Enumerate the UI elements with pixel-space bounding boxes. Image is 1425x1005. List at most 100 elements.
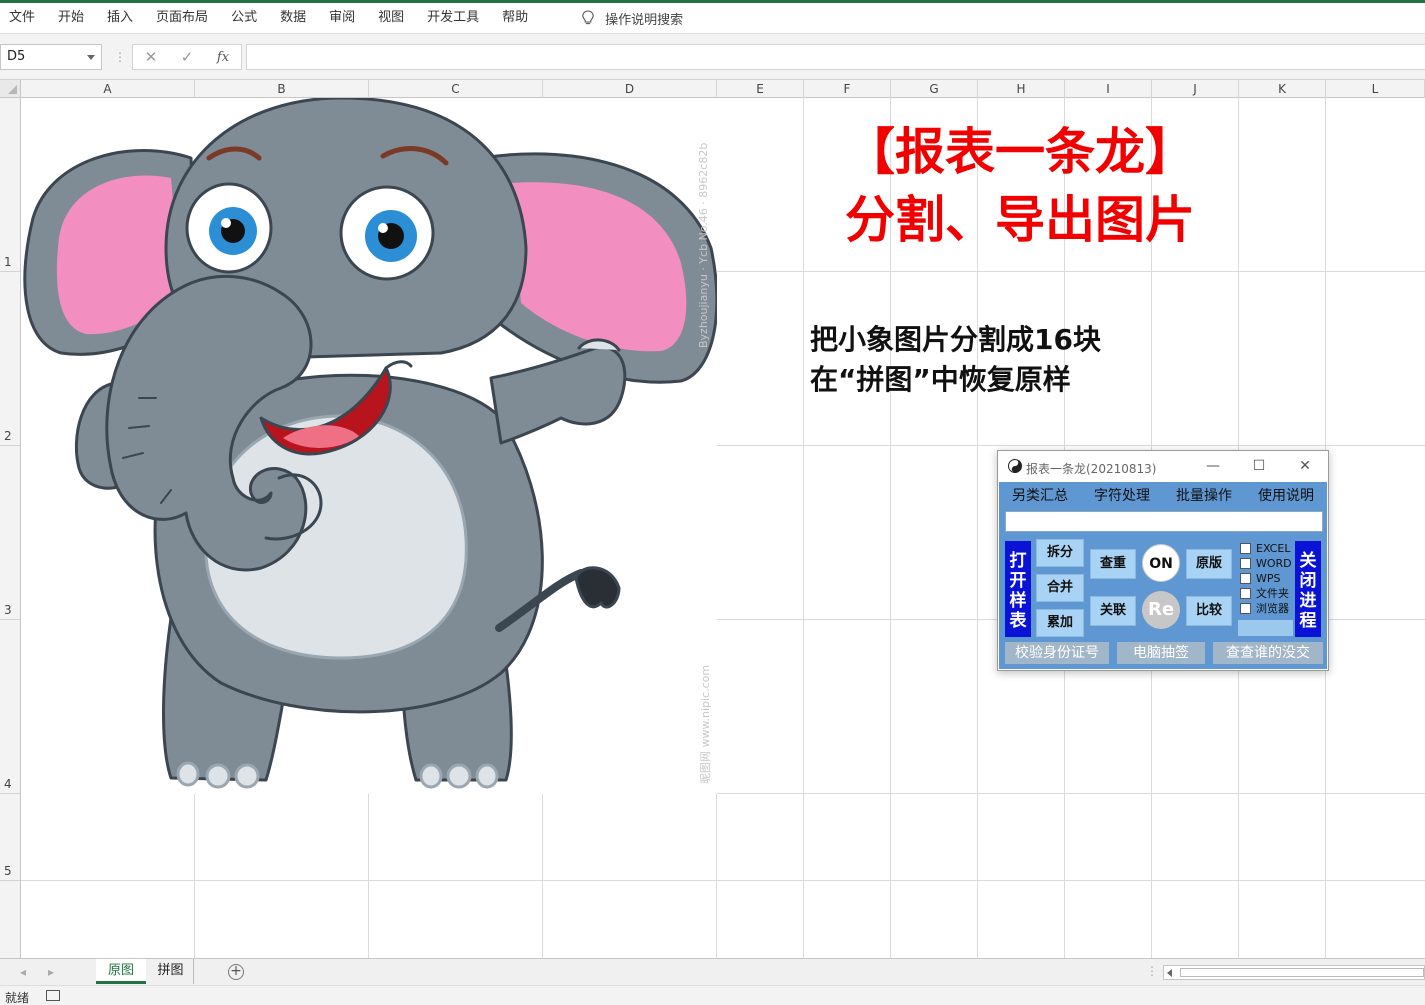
- chevron-down-icon[interactable]: [87, 55, 95, 60]
- row-header[interactable]: 3: [0, 446, 20, 620]
- checkbox-wps[interactable]: WPS: [1240, 571, 1292, 586]
- column-header[interactable]: D: [543, 80, 717, 98]
- column-header[interactable]: J: [1152, 80, 1239, 98]
- name-box[interactable]: D5: [0, 44, 102, 70]
- macro-record-icon[interactable]: [46, 990, 60, 1001]
- column-header[interactable]: K: [1239, 80, 1326, 98]
- close-process-button[interactable]: 关闭进程: [1295, 541, 1321, 637]
- menu-data[interactable]: 数据: [270, 3, 319, 33]
- minimize-icon[interactable]: —: [1201, 457, 1225, 475]
- title-line: 分割、导出图片: [845, 191, 1195, 249]
- menu-instructions[interactable]: 使用说明: [1245, 482, 1327, 510]
- description-line: 把小象图片分割成16块: [810, 323, 1101, 356]
- column-header[interactable]: B: [195, 80, 369, 98]
- menu-help[interactable]: 帮助: [492, 3, 541, 33]
- row-header[interactable]: 4: [0, 620, 20, 794]
- sheet-description: 把小象图片分割成16块 在“拼图”中恢复原样: [810, 320, 1101, 400]
- column-header[interactable]: G: [891, 80, 978, 98]
- tell-me-search[interactable]: 操作说明搜索: [581, 9, 683, 28]
- checkbox-box[interactable]: [1240, 603, 1251, 614]
- link-button[interactable]: 关联: [1090, 596, 1136, 626]
- checkbox-word[interactable]: WORD: [1240, 556, 1292, 571]
- close-icon[interactable]: ✕: [1293, 457, 1317, 475]
- column-header[interactable]: A: [21, 80, 195, 98]
- blank-slot-button[interactable]: [1238, 620, 1293, 636]
- dedupe-button[interactable]: 查重: [1090, 549, 1136, 579]
- scroll-left-icon[interactable]: [1167, 969, 1172, 977]
- split-button[interactable]: 拆分: [1036, 539, 1084, 567]
- formula-input[interactable]: [246, 44, 1425, 70]
- sheet-tab-puzzle[interactable]: 拼图: [148, 959, 194, 984]
- merge-button[interactable]: 合并: [1036, 574, 1084, 602]
- menu-review[interactable]: 审阅: [319, 3, 368, 33]
- tab-split-handle-icon[interactable]: ⋮: [1146, 964, 1158, 978]
- menu-home[interactable]: 开始: [48, 3, 97, 33]
- verify-id-button[interactable]: 校验身份证号: [1005, 642, 1109, 664]
- watermark-text: 昵图网 www.nipic.com: [699, 664, 712, 784]
- row-header[interactable]: 2: [0, 272, 20, 446]
- menu-alt-summary[interactable]: 另类汇总: [999, 482, 1081, 510]
- tool-panel: 另类汇总 字符处理 批量操作 使用说明 打开样表 关闭进程 拆分 合并 累加 查…: [999, 482, 1327, 669]
- sheet-tab-original[interactable]: 原图: [96, 959, 146, 984]
- ribbon-tabs: 文件 开始 插入 页面布局 公式 数据 审阅 视图 开发工具 帮助 操作说明搜索: [0, 0, 1425, 34]
- prev-sheet-icon[interactable]: ◂: [20, 965, 26, 979]
- confirm-icon[interactable]: ✓: [169, 48, 205, 66]
- elephant-picture[interactable]: Byzhoujianyu · Ycb No.46 · 8962c82b 昵图网 …: [21, 96, 719, 794]
- column-header[interactable]: F: [804, 80, 891, 98]
- lottery-button[interactable]: 电脑抽签: [1117, 642, 1205, 664]
- tool-titlebar[interactable]: 报表一条龙(20210813) — ☐ ✕: [998, 451, 1328, 482]
- tool-window: 报表一条龙(20210813) — ☐ ✕ 另类汇总 字符处理 批量操作 使用说…: [997, 450, 1329, 671]
- row-header[interactable]: 5: [0, 794, 20, 881]
- checkbox-excel[interactable]: EXCEL: [1240, 541, 1292, 556]
- column-header[interactable]: E: [717, 80, 804, 98]
- checkbox-box[interactable]: [1240, 558, 1251, 569]
- checkbox-label: 浏览器: [1256, 602, 1289, 615]
- column-header[interactable]: I: [1065, 80, 1152, 98]
- original-button[interactable]: 原版: [1186, 549, 1232, 579]
- checkbox-box[interactable]: [1240, 573, 1251, 584]
- checkbox-browser[interactable]: 浏览器: [1240, 601, 1292, 616]
- insert-function-icon[interactable]: fx: [205, 50, 241, 65]
- menu-text-process[interactable]: 字符处理: [1081, 482, 1163, 510]
- menu-developer[interactable]: 开发工具: [417, 3, 492, 33]
- row-header[interactable]: 1: [0, 98, 20, 272]
- checkbox-box[interactable]: [1240, 543, 1251, 554]
- compare-button[interactable]: 比较: [1186, 596, 1232, 626]
- column-header[interactable]: H: [978, 80, 1065, 98]
- cancel-icon[interactable]: ✕: [133, 48, 169, 66]
- checkbox-folder[interactable]: 文件夹: [1240, 586, 1292, 601]
- menu-view[interactable]: 视图: [368, 3, 417, 33]
- formula-bar: D5 ⋮ ✕ ✓ fx: [0, 34, 1425, 80]
- column-header[interactable]: L: [1326, 80, 1425, 98]
- yinyang-icon: [1008, 459, 1022, 473]
- check-missing-button[interactable]: 查查谁的没交: [1213, 642, 1323, 664]
- next-sheet-icon[interactable]: ▸: [48, 965, 54, 979]
- menu-file[interactable]: 文件: [0, 3, 48, 33]
- tool-title: 报表一条龙(20210813): [1026, 462, 1157, 476]
- status-bar: 就绪: [0, 985, 1425, 1005]
- checkbox-box[interactable]: [1240, 588, 1251, 599]
- open-sample-button[interactable]: 打开样表: [1005, 541, 1031, 637]
- select-all-corner[interactable]: [0, 80, 21, 98]
- maximize-icon[interactable]: ☐: [1247, 457, 1271, 475]
- row-number: 2: [4, 429, 12, 443]
- menu-page-layout[interactable]: 页面布局: [146, 3, 221, 33]
- menu-insert[interactable]: 插入: [97, 3, 146, 33]
- on-toggle-button[interactable]: ON: [1142, 544, 1180, 582]
- menu-formulas[interactable]: 公式: [221, 3, 270, 33]
- formula-actions: ✕ ✓ fx: [132, 44, 242, 70]
- scroll-thumb[interactable]: [1180, 968, 1424, 977]
- name-box-value: D5: [7, 49, 26, 64]
- reset-button[interactable]: Re: [1142, 591, 1180, 629]
- column-header[interactable]: C: [369, 80, 543, 98]
- horizontal-scrollbar[interactable]: [1163, 965, 1425, 980]
- drag-handle-icon[interactable]: ⋮: [114, 50, 126, 64]
- open-sample-label: 打开样表: [1009, 551, 1027, 631]
- add-sheet-icon[interactable]: +: [228, 964, 244, 980]
- row-number: 3: [4, 603, 12, 617]
- menu-batch-ops[interactable]: 批量操作: [1163, 482, 1245, 510]
- accumulate-button[interactable]: 累加: [1036, 609, 1084, 637]
- column-headers: A B C D E F G H I J K L: [21, 80, 1425, 98]
- elephant-illustration: [23, 96, 719, 789]
- tool-text-input[interactable]: [1005, 511, 1323, 532]
